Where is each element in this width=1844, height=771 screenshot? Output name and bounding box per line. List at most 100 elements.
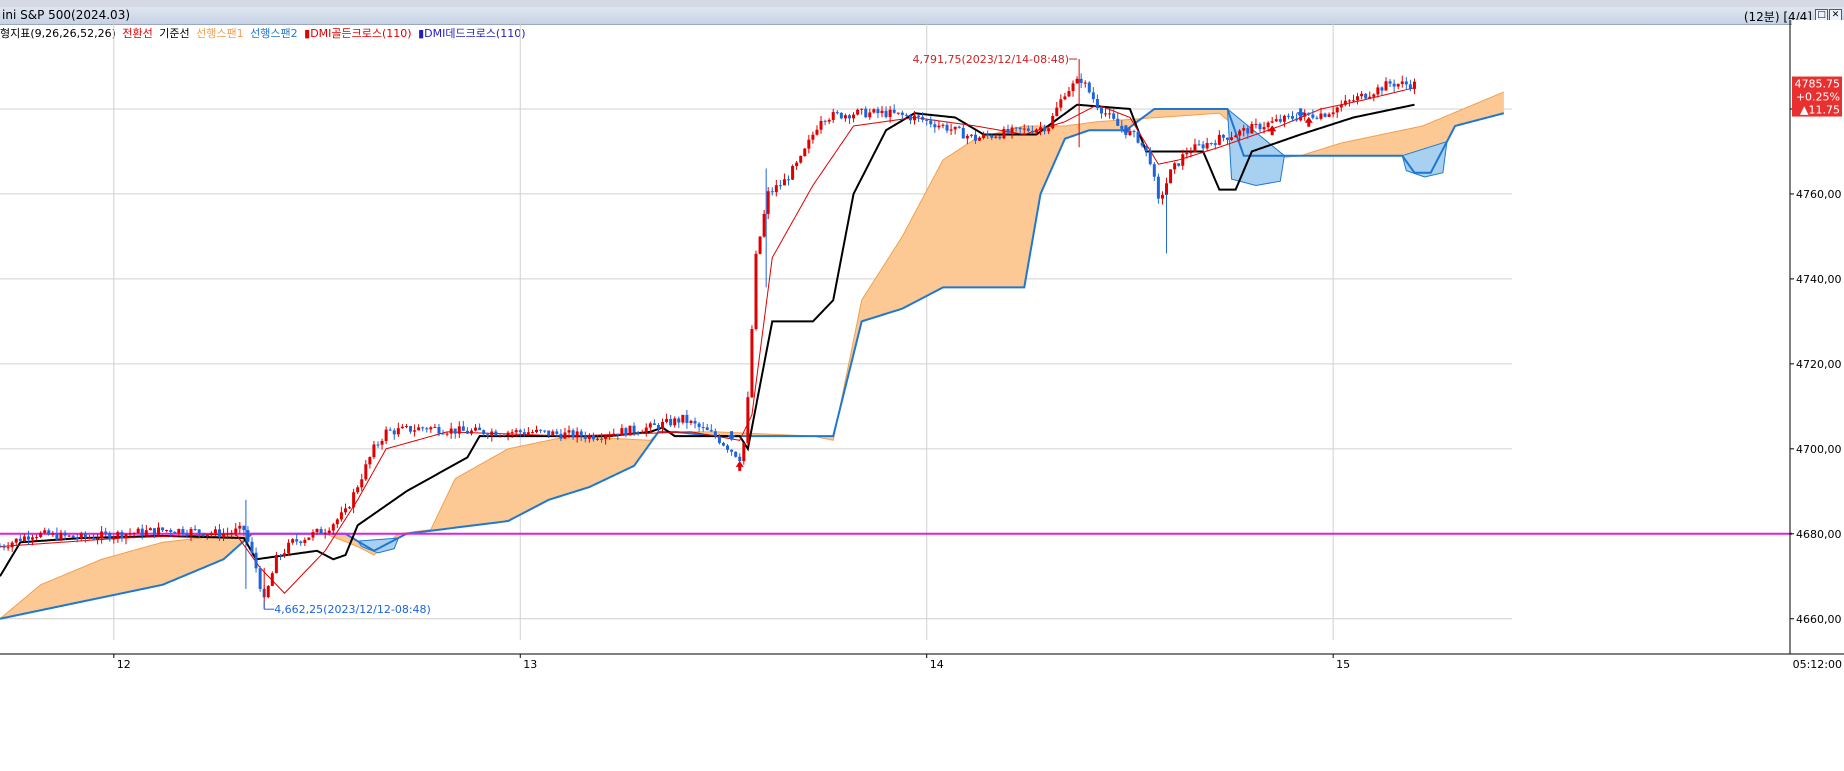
- candle-body: [632, 425, 636, 433]
- candle-body: [742, 443, 746, 462]
- candle-body: [63, 532, 67, 536]
- candle-body: [518, 430, 522, 433]
- candle-body: [616, 433, 620, 436]
- candle-body: [79, 533, 83, 539]
- candle-body: [1095, 99, 1099, 109]
- candle-body: [937, 125, 941, 128]
- candle-body: [323, 533, 327, 535]
- candle-body: [1412, 81, 1416, 89]
- candle-body: [96, 538, 100, 540]
- candle-body: [1311, 114, 1315, 118]
- candle-body: [1132, 131, 1136, 133]
- candle-body: [1217, 134, 1221, 145]
- candle-body: [1291, 116, 1295, 119]
- candle-body: [880, 110, 884, 114]
- candle-body: [433, 426, 437, 428]
- candle-body: [945, 124, 949, 131]
- candle-body: [539, 429, 543, 431]
- candle-body: [1319, 113, 1323, 119]
- candle-body: [421, 427, 425, 429]
- candle-body: [904, 114, 908, 116]
- candle-body: [839, 112, 843, 119]
- candle-body: [384, 429, 388, 442]
- candle-body: [1400, 81, 1404, 84]
- candle-body: [685, 414, 689, 423]
- candle-body: [734, 451, 738, 457]
- candle-body: [1221, 134, 1225, 138]
- candle-body: [860, 108, 864, 110]
- indicator-lines: [0, 87, 1844, 620]
- candle-body: [71, 535, 75, 538]
- top-toolbar-strip: [0, 0, 1844, 7]
- y-tick-label-2: 4740,00: [1796, 273, 1842, 286]
- candle-body: [417, 427, 421, 431]
- candle-body: [1051, 116, 1055, 129]
- price-box-line-1: +0.25%: [1796, 91, 1840, 104]
- candle-body: [1104, 113, 1108, 115]
- candle-body: [575, 431, 579, 438]
- candle-body: [226, 533, 230, 535]
- candle-body: [1043, 127, 1047, 132]
- candle-body: [1185, 152, 1189, 155]
- candle-body: [567, 430, 571, 433]
- candle-body: [392, 430, 396, 435]
- signal-up-1: [735, 460, 744, 471]
- candle-body: [1258, 123, 1262, 130]
- candle-body: [339, 512, 343, 520]
- candle-body: [514, 430, 518, 433]
- candle-body: [1039, 127, 1043, 130]
- candle-body: [250, 541, 254, 553]
- candle-body: [189, 528, 193, 536]
- candle-body: [762, 213, 766, 237]
- candle-body: [1173, 163, 1177, 170]
- candle-body: [31, 537, 35, 540]
- candle-body: [209, 533, 213, 535]
- candle-body: [766, 191, 770, 214]
- candle-body: [429, 427, 433, 430]
- candle-body: [152, 528, 156, 535]
- candle-body: [713, 431, 717, 437]
- candle-body: [1384, 81, 1388, 91]
- y-tick-label-5: 4680,00: [1796, 528, 1842, 541]
- candle-body: [1274, 119, 1278, 122]
- candle-body: [1152, 164, 1156, 177]
- candle-body: [1165, 183, 1169, 195]
- candle-body: [994, 136, 998, 138]
- candle-body: [953, 126, 957, 130]
- price-chart[interactable]: 4,791,75(2023/12/14-08:48) 4,662,25(2023/…: [0, 20, 1844, 771]
- candle-body: [1327, 114, 1331, 117]
- candle-body: [1197, 144, 1201, 146]
- candle-body: [1136, 131, 1140, 143]
- candle-body: [197, 529, 201, 534]
- candle-body: [1392, 83, 1396, 87]
- annotations: 4,791,75(2023/12/14-08:48) 4,662,25(2023/…: [263, 53, 1078, 616]
- x-tick-label-0: 12: [117, 658, 131, 671]
- candle-body: [404, 426, 408, 428]
- candle-body: [697, 423, 701, 428]
- candle-body: [949, 129, 953, 131]
- candle-body: [1108, 113, 1112, 115]
- candle-body: [872, 109, 876, 113]
- candle-body: [165, 530, 169, 532]
- candle-body: [47, 530, 51, 535]
- candle-body: [1404, 81, 1408, 85]
- candle-body: [303, 539, 307, 543]
- candle-body: [1286, 115, 1290, 117]
- candle-body: [965, 135, 969, 139]
- candle-body: [624, 428, 628, 436]
- candle-body: [978, 137, 982, 141]
- candle-body: [335, 519, 339, 525]
- price-box-line-2: ▲11.75: [1800, 104, 1840, 117]
- candle-body: [1339, 104, 1343, 108]
- signal-up-5: [1304, 116, 1313, 127]
- candle-body: [547, 430, 551, 436]
- candle-body: [677, 418, 681, 423]
- candle-body: [774, 185, 778, 193]
- candle-body: [1002, 128, 1006, 139]
- candle-body: [1075, 78, 1079, 84]
- candle-body: [502, 435, 506, 437]
- candle-body: [10, 542, 14, 548]
- candle-body: [1030, 130, 1034, 133]
- candle-body: [1242, 128, 1246, 131]
- candle-body: [758, 236, 762, 254]
